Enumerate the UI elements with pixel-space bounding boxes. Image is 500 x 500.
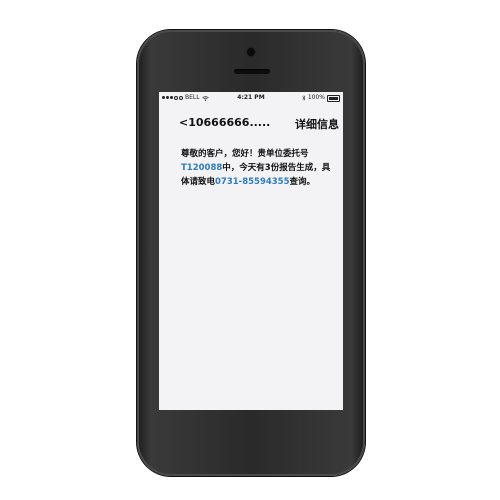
- earpiece-speaker: [234, 69, 270, 74]
- message-text-1: 尊敬的客户，您好！贵单位委托号: [181, 149, 309, 159]
- details-button[interactable]: 详细信息: [295, 116, 339, 132]
- phone-device: BELL 4:21 PM 100% <10666666..... 详细信息 尊敬…: [137, 30, 365, 476]
- bluetooth-icon: [302, 95, 306, 101]
- battery-percent: 100%: [307, 94, 325, 101]
- status-right: 100%: [302, 92, 340, 104]
- status-bar: BELL 4:21 PM 100%: [159, 92, 343, 104]
- back-button[interactable]: <10666666.....: [179, 116, 270, 132]
- message-text-3: 查询。: [289, 177, 316, 187]
- front-camera: [247, 48, 255, 56]
- conversation-header: <10666666..... 详细信息: [179, 116, 339, 132]
- phone-number-link[interactable]: 0731-85594355: [215, 177, 290, 187]
- order-number-link[interactable]: T120088: [181, 163, 222, 173]
- message-body: 尊敬的客户，您好！贵单位委托号T120088中，今天有3份报告生成，具体请致电0…: [181, 147, 331, 189]
- battery-icon: [327, 94, 340, 102]
- phone-screen: BELL 4:21 PM 100% <10666666..... 详细信息 尊敬…: [159, 92, 343, 410]
